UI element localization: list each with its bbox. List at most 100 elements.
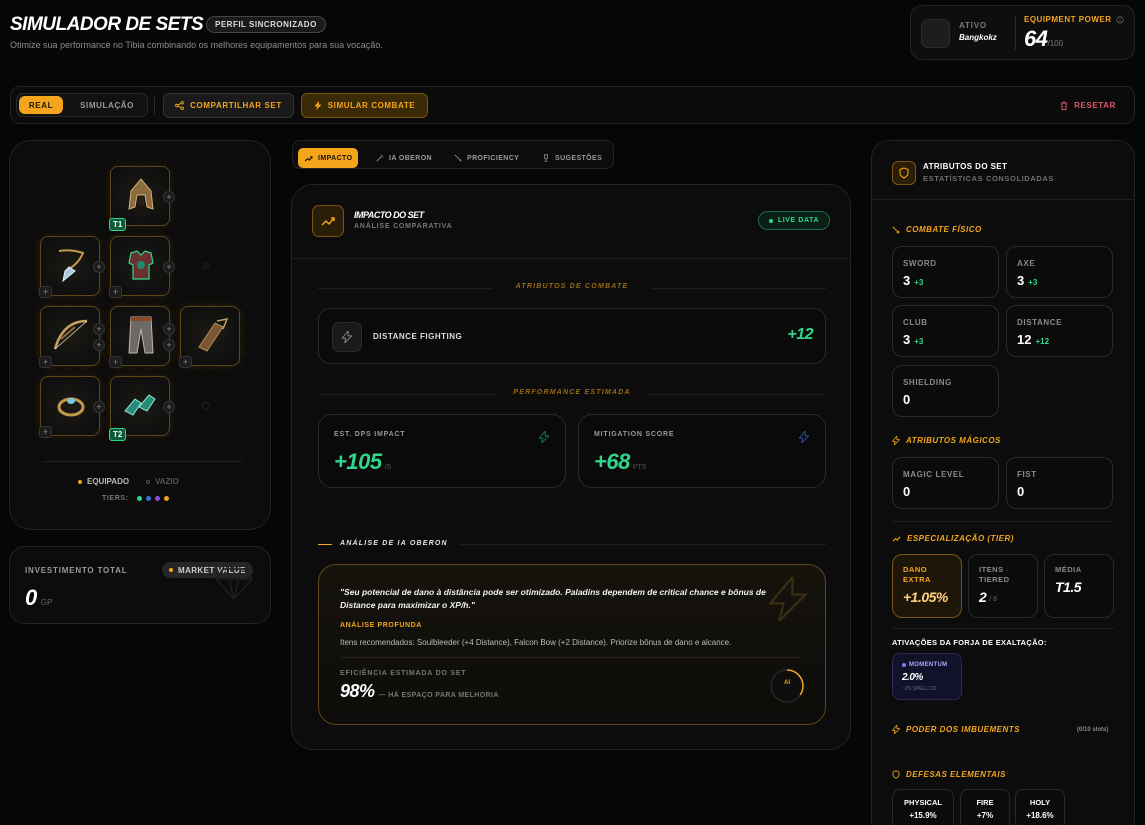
reset-label: RESETAR (1074, 100, 1116, 110)
stat-bonus: +3 (914, 337, 924, 346)
add-imbue-button[interactable]: + (109, 356, 122, 368)
mitigation-value-row: +68 PTS (594, 449, 646, 475)
stat-name: SWORD (903, 259, 937, 268)
add-slot-button[interactable]: + (163, 191, 175, 203)
stat-name: MAGIC LEVEL (903, 470, 965, 479)
divider (892, 628, 1114, 629)
attributes-panel: ATRIBUTOS DO SET ESTATÍSTICAS CONSOLIDAD… (871, 140, 1135, 825)
page-title: SIMULADOR DE SETS (10, 14, 204, 35)
bow-icon (53, 319, 88, 350)
lightning-icon (342, 331, 352, 343)
slot-amulet[interactable]: + + (39, 236, 105, 298)
tier-dot (163, 496, 169, 501)
spec-section: ESPECIALIZAÇÃO (TIER) (892, 534, 1014, 543)
slot-weapon[interactable]: + + + (39, 306, 105, 368)
lightning-icon (892, 725, 900, 734)
slot-ring[interactable]: + + (39, 376, 105, 438)
accent-line (318, 544, 332, 545)
tab-suggestions[interactable]: SUGESTÕES (536, 148, 608, 168)
stat-name: FIST (1017, 470, 1037, 479)
add-slot-button[interactable]: + (93, 261, 105, 273)
impact-header-icon (312, 205, 344, 237)
mode-real-button[interactable]: REAL (19, 96, 63, 114)
simulate-combat-button[interactable]: SIMULAR COMBATE (301, 93, 428, 118)
slot-boots[interactable]: + T2 (109, 376, 175, 441)
momentum-sub: ~2S SPELL CD (902, 686, 937, 692)
add-slot-button[interactable]: + (163, 339, 175, 351)
stat-value-number: 3 (903, 332, 911, 347)
defense-value: +7% (976, 811, 994, 820)
stat-name: DISTANCE (1017, 318, 1063, 327)
slot-helmet[interactable]: + T1 (109, 166, 175, 231)
add-slot-button[interactable]: + (163, 401, 175, 413)
add-slot-button[interactable]: + (163, 323, 175, 335)
momentum-value: 2.0% (902, 672, 923, 683)
impact-subtitle: ANÁLISE COMPARATIVA (354, 223, 453, 230)
imbue-slots: (0/10 slots) (1077, 727, 1109, 733)
tab-proficiency[interactable]: PROFICIENCY (448, 148, 525, 168)
mode-simulation-button[interactable]: SIMULAÇÃO (69, 96, 145, 114)
add-slot-button[interactable]: + (93, 401, 105, 413)
stat-value-number: 12 (1017, 332, 1032, 347)
tiers-legend: TIERS: (102, 495, 169, 502)
share-set-button[interactable]: COMPARTILHAR SET (163, 93, 294, 118)
add-slot-button[interactable]: + (93, 339, 105, 351)
impact-panel: IMPACTO DO SET ANÁLISE COMPARATIVA LIVE … (291, 184, 851, 750)
stat-card-fist: FIST 0 (1006, 457, 1113, 509)
trend-icon (892, 536, 901, 542)
defense-card-physical: PHYSICAL +15.9% (892, 789, 954, 825)
spec-value: T1.5 (1055, 579, 1082, 595)
dps-label: EST. DPS IMPACT (334, 431, 406, 438)
equipped-dot (78, 479, 82, 484)
add-imbue-button[interactable]: + (39, 426, 52, 438)
efficiency-row: 98% — HÁ ESPAÇO PARA MELHORIA (340, 681, 499, 702)
slot-legs[interactable]: + + + (109, 306, 175, 368)
shield-icon (899, 167, 909, 179)
boots-icon (124, 394, 156, 416)
stat-value-number: 3 (903, 273, 911, 288)
add-slot-button[interactable]: + (93, 323, 105, 335)
info-icon[interactable] (1115, 15, 1124, 24)
amulet-icon (58, 249, 85, 283)
imbue-section-label: PODER DOS IMBUEMENTS (906, 725, 1021, 734)
app-root: SIMULADOR DE SETS PERFIL SINCRONIZADO Ot… (0, 0, 1145, 825)
skill-name: DISTANCE FIGHTING (373, 332, 463, 341)
ai-quote: "Seu potencial de dano à distância pode … (340, 587, 766, 610)
attributes-subtitle: ESTATÍSTICAS CONSOLIDADAS (923, 174, 1054, 183)
tab-impact[interactable]: IMPACTO (298, 148, 359, 168)
tab-suggestions-label: SUGESTÕES (555, 154, 603, 162)
investment-unit: GP (40, 598, 53, 607)
power-label-row: EQUIPMENT POWER (1024, 15, 1124, 24)
add-imbue-button[interactable]: + (39, 286, 52, 298)
spec-section-label: ESPECIALIZAÇÃO (TIER) (907, 534, 1014, 543)
physical-section-label: COMBATE FÍSICO (906, 225, 982, 234)
add-slot-button[interactable]: + (163, 261, 175, 273)
divider (460, 544, 826, 545)
skill-icon-box (332, 322, 362, 352)
empty-slot-dot (202, 402, 210, 410)
spec-name: DANO EXTRA (903, 565, 931, 584)
defense-name: FIRE (976, 798, 994, 807)
add-imbue-button[interactable]: + (109, 286, 122, 298)
reset-button[interactable]: RESETAR (1053, 95, 1123, 115)
market-dot (169, 568, 173, 572)
avatar[interactable] (921, 19, 950, 48)
sync-badge: PERFIL SINCRONIZADO (206, 16, 326, 33)
trend-up-icon (321, 217, 335, 226)
attributes-title: ATRIBUTOS DO SET (923, 162, 1008, 171)
tab-ia-oberon[interactable]: IA OBERON (370, 148, 438, 168)
toolbar-divider (154, 97, 155, 114)
slot-offhand[interactable]: + (179, 306, 240, 368)
simulate-combat-label: SIMULAR COMBATE (327, 101, 416, 110)
share-icon (175, 101, 185, 110)
stat-value-number: 3 (1017, 273, 1025, 288)
slot-armor[interactable]: + + (109, 236, 175, 298)
tab-proficiency-label: PROFICIENCY (467, 154, 520, 162)
stat-value-number: 0 (903, 392, 911, 407)
sword-icon (454, 154, 462, 162)
power-label: EQUIPMENT POWER (1024, 15, 1112, 24)
add-imbue-button[interactable]: + (39, 356, 52, 368)
add-imbue-button[interactable]: + (179, 356, 192, 368)
momentum-card: MOMENTUM 2.0% ~2S SPELL CD (892, 653, 962, 700)
sword-icon (892, 225, 900, 234)
